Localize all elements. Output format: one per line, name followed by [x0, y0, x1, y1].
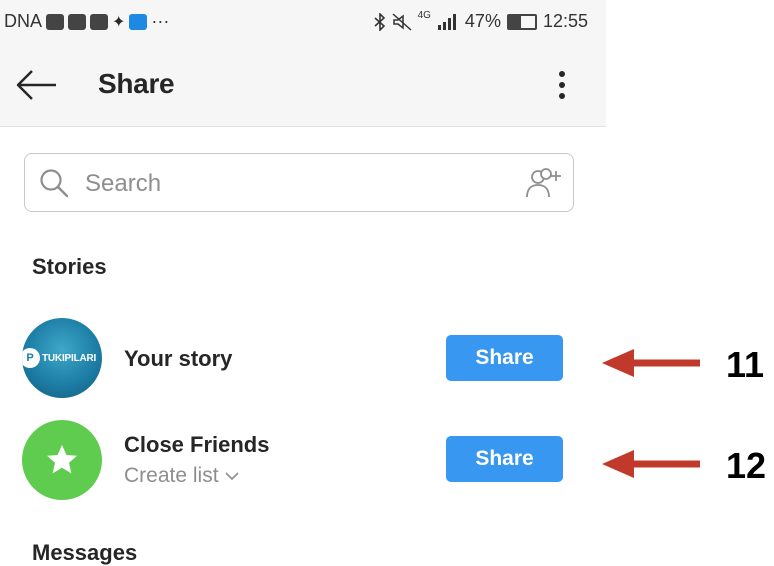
avatar: P TUKIPILARI	[22, 318, 102, 398]
carrier-label: DNA	[4, 11, 43, 31]
add-people-icon[interactable]	[525, 166, 563, 200]
section-header-messages: Messages	[32, 540, 138, 565]
arrow-left-icon	[602, 349, 700, 377]
status-left: DNA ✦ ···	[4, 11, 169, 32]
brand-text: TUKIPILARI	[42, 352, 97, 364]
search-input[interactable]	[83, 164, 487, 204]
row-title: Your story	[124, 346, 233, 371]
signal-icon	[437, 13, 456, 30]
status-right: 4G 47% 12:55	[374, 10, 588, 32]
annotation-12: 12	[602, 437, 774, 497]
list-item-close-friends: Close Friends Create list Share	[0, 418, 606, 502]
search-icon	[40, 169, 69, 198]
share-screen: DNA ✦ ··· 4G 47% 12:55 Share Search Stor…	[0, 0, 606, 566]
search-box[interactable]	[24, 153, 574, 212]
chevron-down-icon	[224, 472, 239, 481]
avatar	[22, 420, 102, 500]
brand-logo: P TUKIPILARI	[22, 348, 96, 368]
app-notification-icon	[129, 13, 148, 30]
app-notification-icon	[68, 13, 87, 30]
more-notifications: ···	[151, 11, 170, 31]
annotation-number: 11	[726, 344, 765, 385]
more-options-icon[interactable]	[552, 68, 572, 102]
create-list-link[interactable]: Create list	[124, 464, 239, 488]
twitter-icon: ✦	[112, 13, 126, 31]
bluetooth-icon	[374, 12, 385, 31]
row-subtitle: Create list	[124, 464, 219, 487]
battery-percent: 47%	[464, 11, 501, 31]
status-bar: DNA ✦ ··· 4G 47% 12:55	[0, 0, 606, 46]
back-arrow-icon[interactable]	[14, 68, 58, 102]
page-title: Share	[98, 68, 175, 99]
annotation-number: 12	[726, 445, 767, 486]
list-item-your-story: P TUKIPILARI Your story Share	[0, 318, 606, 402]
network-type: 4G	[417, 10, 431, 21]
annotation-11: 11	[602, 336, 774, 396]
app-notification-icon	[90, 13, 109, 30]
star-icon	[47, 445, 77, 474]
share-button-close-friends[interactable]: Share	[446, 436, 563, 482]
arrow-left-icon	[602, 450, 700, 478]
battery-icon	[506, 13, 537, 30]
top-app-bar: Share	[0, 46, 606, 127]
brand-mark: P	[22, 348, 40, 368]
share-button-your-story[interactable]: Share	[446, 335, 563, 381]
row-title: Close Friends	[124, 432, 270, 457]
clock: 12:55	[542, 11, 588, 31]
app-notification-icon	[46, 13, 65, 30]
mute-icon	[392, 12, 412, 31]
section-header-stories: Stories	[32, 254, 107, 279]
